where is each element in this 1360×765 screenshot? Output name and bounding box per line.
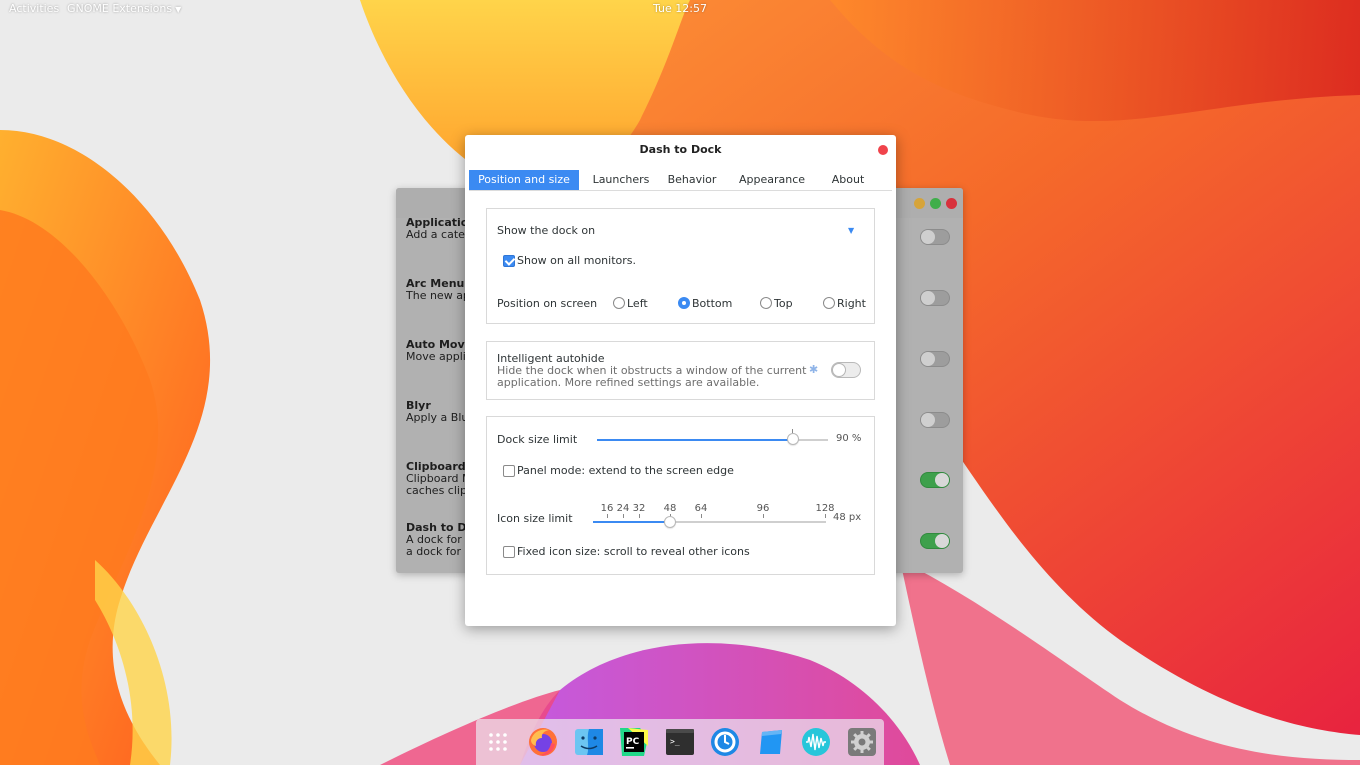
clock[interactable]: Tue 12:57 (0, 0, 1360, 17)
position-top-radio[interactable] (760, 297, 772, 309)
position-left-label: Left (627, 297, 648, 310)
fixed-icon-size-checkbox[interactable] (503, 546, 515, 558)
terminal-icon[interactable]: >_ (664, 726, 696, 758)
tab-bar: Position and size Launchers Behavior App… (469, 170, 892, 191)
slider-tick (701, 514, 702, 518)
svg-text:>_: >_ (670, 737, 680, 746)
tick-label: 32 (632, 503, 646, 514)
tick-label: 64 (694, 503, 708, 514)
extension-toggle[interactable] (920, 412, 950, 428)
dock: PC >_ (476, 719, 884, 765)
extension-toggle[interactable] (920, 351, 950, 367)
position-top-label: Top (774, 297, 793, 310)
slider-tick (763, 514, 764, 518)
toggle-knob (935, 473, 949, 487)
extension-toggle[interactable] (920, 229, 950, 245)
icon-size-value: 48 px (833, 512, 862, 523)
toggle-knob (921, 230, 935, 244)
toggle-knob (832, 363, 846, 377)
show-all-monitors-label: Show on all monitors. (517, 254, 636, 267)
toggle-knob (921, 352, 935, 366)
settings-icon[interactable] (846, 726, 878, 758)
tab-appearance[interactable]: Appearance (737, 170, 807, 190)
size-panel: Dock size limit 90 % Panel mode: extend … (486, 416, 875, 575)
icon-size-slider[interactable] (593, 521, 826, 523)
firefox-icon[interactable] (527, 726, 559, 758)
extension-toggle[interactable] (920, 533, 950, 549)
autohide-description: application. More refined settings are a… (497, 376, 760, 389)
toggle-knob (921, 413, 935, 427)
tick-label: 96 (756, 503, 770, 514)
gear-icon[interactable]: ✱ (809, 363, 818, 376)
dock-size-value: 90 % (836, 433, 862, 444)
slider-tick (639, 514, 640, 518)
panel-mode-label: Panel mode: extend to the screen edge (517, 464, 734, 477)
close-window-button[interactable] (946, 198, 957, 209)
position-bottom-radio[interactable] (678, 297, 690, 309)
audio-waveform-icon[interactable] (800, 726, 832, 758)
dash-to-dock-dialog: Dash to Dock Position and size Launchers… (465, 135, 896, 626)
position-bottom-label: Bottom (692, 297, 733, 310)
tab-position-and-size[interactable]: Position and size (469, 170, 579, 190)
toggle-knob (921, 291, 935, 305)
svg-text:PC: PC (626, 737, 640, 747)
autohide-toggle[interactable] (831, 362, 861, 378)
fixed-icon-size-label: Fixed icon size: scroll to reveal other … (517, 545, 750, 558)
tab-launchers[interactable]: Launchers (585, 170, 657, 190)
slider-tick (623, 514, 624, 518)
tick-label: 48 (663, 503, 677, 514)
icon-size-slider-handle[interactable] (664, 516, 676, 528)
top-bar: Activities GNOME Extensions ▼ Tue 12:57 (0, 0, 1360, 18)
maximize-button[interactable] (930, 198, 941, 209)
extension-toggle[interactable] (920, 290, 950, 306)
icon-size-label: Icon size limit (497, 512, 573, 525)
close-button[interactable] (878, 145, 888, 155)
dock-size-slider-handle[interactable] (787, 433, 799, 445)
timeshift-icon[interactable] (709, 726, 741, 758)
tab-behavior[interactable]: Behavior (663, 170, 721, 190)
monitor-dropdown[interactable]: ▼ (848, 226, 854, 235)
position-left-radio[interactable] (613, 297, 625, 309)
dock-size-slider-fill (597, 439, 793, 441)
position-right-radio[interactable] (823, 297, 835, 309)
pycharm-icon[interactable]: PC (618, 726, 650, 758)
tab-about[interactable]: About (823, 170, 873, 190)
autohide-panel: Intelligent autohide Hide the dock when … (486, 341, 875, 400)
notes-icon[interactable] (755, 726, 787, 758)
show-all-monitors-checkbox[interactable] (503, 255, 515, 267)
extension-toggle[interactable] (920, 472, 950, 488)
slider-tick (825, 514, 826, 518)
toggle-knob (935, 534, 949, 548)
minimize-button[interactable] (914, 198, 925, 209)
dock-position-panel: Show the dock on ▼ Show on all monitors.… (486, 208, 875, 324)
slider-tick (607, 514, 608, 518)
panel-mode-checkbox[interactable] (503, 465, 515, 477)
icon-size-slider-fill (593, 521, 670, 523)
position-right-label: Right (837, 297, 866, 310)
show-apps-icon[interactable] (482, 726, 514, 758)
dock-size-label: Dock size limit (497, 433, 578, 446)
dialog-title: Dash to Dock (639, 143, 722, 156)
finder-icon[interactable] (573, 726, 605, 758)
show-dock-on-label: Show the dock on (497, 224, 596, 237)
position-on-screen-label: Position on screen (497, 297, 598, 310)
window-controls (909, 198, 957, 212)
